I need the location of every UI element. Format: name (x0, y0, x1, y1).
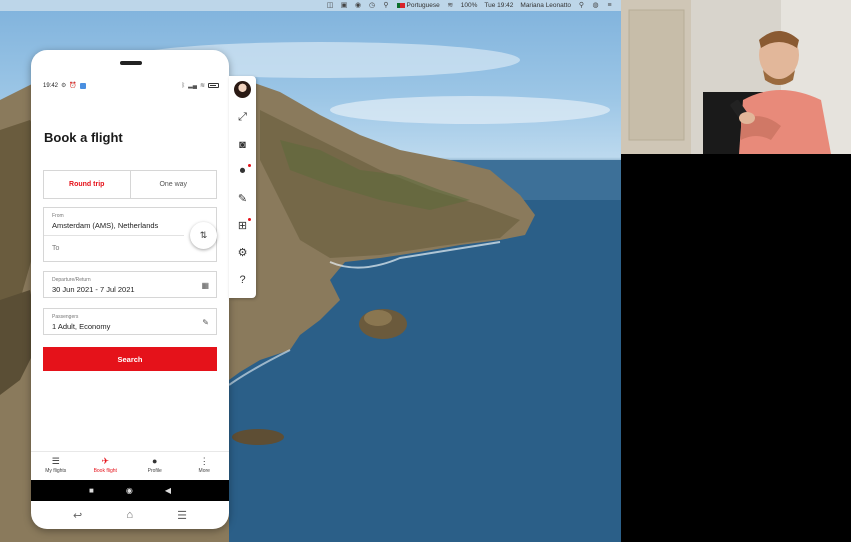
search-tool-icon[interactable]: ⚲ (383, 2, 390, 9)
passengers-field[interactable]: Passengers 1 Adult, Economy ✎ (43, 308, 217, 335)
dropbox-icon[interactable]: ◫ (327, 2, 334, 9)
plane-icon: ✈ (101, 456, 110, 466)
nav-label: My flights (45, 468, 67, 474)
person-icon: ● (152, 456, 158, 466)
from-field[interactable]: Amsterdam (AMS), Netherlands (52, 221, 158, 230)
nav-my-flights[interactable]: ☰ My flights (31, 452, 81, 479)
input-language[interactable]: Portuguese (396, 2, 440, 9)
status-time: 19:42 (43, 82, 59, 89)
home-icon[interactable]: ◉ (126, 486, 133, 495)
control-center-icon[interactable]: ≡ (606, 2, 613, 9)
search-button[interactable]: Search (43, 347, 217, 371)
nav-profile[interactable]: ● Profile (130, 452, 180, 479)
menu-bar: ◫ ▣ ◉ ◷ ⚲ Portuguese ≋ 100% Tue 19:42 Ma… (0, 0, 621, 11)
bottom-nav: ☰ My flights ✈ Book flight ● Profile ⋮ M… (31, 451, 229, 479)
nav-more[interactable]: ⋮ More (180, 452, 230, 479)
webcam-letterbox (621, 154, 851, 542)
help-icon[interactable]: ? (234, 271, 252, 289)
record-icon[interactable]: ⏺ (234, 163, 252, 181)
device-menu-icon[interactable]: ☰ (177, 509, 187, 522)
alarm-status-icon: ⏰ (69, 83, 77, 89)
passengers-value: 1 Adult, Economy (52, 322, 111, 331)
wifi-icon[interactable]: ≋ (447, 2, 454, 9)
battery-icon (208, 83, 219, 88)
nav-label: More (198, 468, 210, 474)
status-bar: 19:42 ⚙ ⏰ ᛒ ▂▄ ≋ (43, 81, 219, 90)
annotate-icon[interactable]: ✎ (234, 190, 252, 208)
one-way-option[interactable]: One way (131, 171, 217, 198)
camera-icon[interactable]: ◉ (355, 2, 362, 9)
wifi-status-icon: ≋ (199, 83, 205, 89)
nav-label: Book flight (93, 468, 117, 474)
device-home-icon[interactable]: ⌂ (126, 509, 133, 521)
android-nav-bar: ■ ◉ ◀ (31, 480, 229, 501)
emulator-toolbar: ⤢ ◙ ⏺ ✎ ⊞ ⚙ ? (229, 76, 256, 298)
menubar-user[interactable]: Mariana Leonatto (520, 2, 571, 9)
spotlight-icon[interactable]: ⚲ (578, 2, 585, 9)
webcam-feed (621, 0, 851, 154)
more-vertical-icon: ⋮ (199, 456, 209, 466)
app-status-icon (79, 82, 86, 89)
screen-icon[interactable]: ▣ (341, 2, 348, 9)
swap-button[interactable]: ⇅ (190, 222, 217, 249)
dates-value: 30 Jun 2021 - 7 Jul 2021 (52, 285, 135, 294)
record-indicator (247, 163, 251, 167)
trip-type-toggle: Round trip One way (43, 170, 217, 199)
webcam-image (621, 0, 851, 154)
screen: ◫ ▣ ◉ ◷ ⚲ Portuguese ≋ 100% Tue 19:42 Ma… (0, 0, 851, 542)
clock-icon[interactable]: ◷ (369, 2, 376, 9)
settings-status-icon: ⚙ (61, 83, 67, 89)
from-label: From (52, 213, 64, 219)
device-back-icon[interactable]: ↩ (73, 509, 82, 522)
route-fields: From Amsterdam (AMS), Netherlands To ⇅ (43, 207, 217, 262)
avatar[interactable] (234, 81, 251, 98)
gift-indicator (247, 217, 251, 221)
bluetooth-icon: ᛒ (181, 82, 186, 89)
back-icon[interactable]: ◀ (165, 486, 171, 495)
siri-icon[interactable]: ◍ (592, 2, 599, 9)
nav-book-flight[interactable]: ✈ Book flight (81, 452, 131, 479)
round-trip-option[interactable]: Round trip (44, 171, 131, 198)
route-divider (44, 235, 184, 236)
swap-vertical-icon: ⇅ (199, 230, 208, 240)
calendar-icon: ▦ (201, 281, 209, 290)
page-title: Book a flight (44, 130, 123, 145)
phone-speaker (120, 61, 142, 65)
fullscreen-icon[interactable]: ⤢ (234, 109, 252, 127)
list-icon: ☰ (51, 456, 60, 466)
gift-icon[interactable]: ⊞ (234, 217, 252, 235)
settings-icon[interactable]: ⚙ (234, 244, 252, 262)
to-field[interactable]: To (52, 245, 59, 252)
screenshot-icon[interactable]: ◙ (234, 136, 252, 154)
phone-emulator: 19:42 ⚙ ⏰ ᛒ ▂▄ ≋ Book a flight Round tri… (31, 50, 229, 529)
passengers-label: Passengers (52, 314, 79, 320)
dates-label: Departure/Return (52, 277, 91, 283)
battery-percent[interactable]: 100% (461, 2, 478, 9)
flag-icon (396, 2, 405, 8)
menubar-clock[interactable]: Tue 19:42 (484, 2, 513, 9)
nav-label: Profile (147, 468, 162, 474)
device-nav-bar: ↩ ⌂ ☰ (31, 504, 229, 526)
signal-icon: ▂▄ (188, 83, 197, 89)
dates-field[interactable]: Departure/Return 30 Jun 2021 - 7 Jul 202… (43, 271, 217, 298)
recents-icon[interactable]: ■ (89, 486, 94, 495)
pencil-icon: ✎ (202, 318, 209, 327)
